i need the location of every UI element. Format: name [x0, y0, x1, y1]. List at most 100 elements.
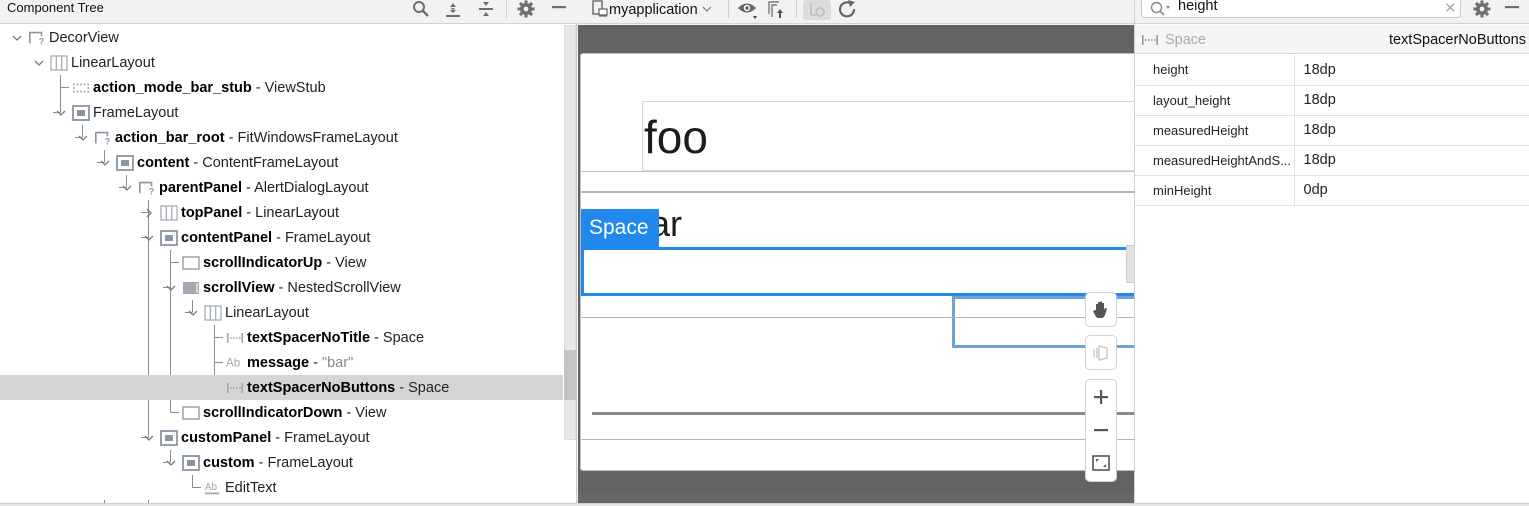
tree-node-label: textSpacerNoButtons - Space [247, 380, 449, 396]
tree-node[interactable]: ? DecorView [0, 25, 563, 50]
edittext-underline [592, 412, 1134, 415]
tree-node-type: LinearLayout [71, 54, 155, 71]
tree-node[interactable]: FrameLayout [0, 100, 563, 125]
chevron-right-icon[interactable] [142, 206, 156, 220]
attribute-search-box[interactable]: ✕ [1141, 0, 1461, 18]
title-view-bounds[interactable] [642, 101, 1134, 171]
tree-node-separator: - [254, 454, 268, 471]
svg-text:?: ? [39, 36, 45, 46]
svg-text:Ab: Ab [226, 356, 241, 369]
tree-node[interactable]: scrollIndicatorDown - View [0, 400, 563, 425]
chevron-down-icon[interactable] [164, 281, 178, 295]
chevron-down-icon[interactable] [142, 431, 156, 445]
gear-icon[interactable] [1471, 0, 1493, 18]
tree-node[interactable]: textSpacerNoTitle - Space [0, 325, 563, 350]
tree-node[interactable]: textSpacerNoButtons - Space [0, 375, 563, 400]
frame-layout-icon [72, 104, 90, 121]
tree-node[interactable]: ? parentPanel - AlertDialogLayout [0, 175, 563, 200]
attribute-name: height [1135, 55, 1295, 86]
clear-search-icon[interactable]: ✕ [1444, 0, 1457, 17]
chevron-down-icon[interactable] [120, 181, 134, 195]
chevron-down-icon[interactable] [54, 106, 68, 120]
tree-node-separator: - [322, 254, 336, 271]
svg-text:?: ? [149, 186, 155, 196]
tree-node-label: contentPanel - FrameLayout [181, 230, 370, 246]
pan-button[interactable] [1085, 292, 1117, 327]
refresh-icon[interactable] [838, 0, 858, 20]
toolbar-separator [728, 0, 729, 18]
search-icon[interactable] [410, 0, 432, 18]
attribute-row[interactable]: layout_height 18dp [1135, 85, 1529, 116]
attribute-value[interactable]: 0dp [1294, 175, 1529, 206]
tree-node[interactable]: contentPanel - FrameLayout [0, 225, 563, 250]
design-canvas[interactable]: foo bar Space [578, 25, 1134, 503]
tree-scrollbar-thumb[interactable] [564, 350, 576, 400]
tree-node[interactable]: scrollView - NestedScrollView [0, 275, 563, 300]
linear-layout-icon [160, 204, 178, 221]
chevron-down-icon[interactable] [32, 56, 46, 70]
frame-layout-icon [116, 154, 134, 171]
tree-node-type: View [335, 254, 367, 271]
attribute-row[interactable]: height 18dp [1135, 55, 1529, 86]
minimize-icon[interactable] [548, 0, 570, 18]
chevron-down-icon[interactable] [186, 306, 200, 320]
tree-node[interactable]: Ab message - "bar" [0, 350, 563, 375]
live-update-icon[interactable] [803, 0, 831, 20]
tree-node[interactable]: scrollIndicatorUp - View [0, 250, 563, 275]
component-tree-panel: Component Tree ? DecorView LinearLayout act… [0, 0, 577, 503]
eye-icon[interactable] [736, 0, 760, 20]
layer-3d-icon[interactable] [1085, 336, 1117, 369]
tree-node-label: action_bar_root - FitWindowsFrameLayout [115, 130, 398, 146]
view-bounds-line [581, 317, 1134, 318]
attribute-value[interactable]: 18dp [1294, 145, 1529, 176]
tree-node[interactable]: action_mode_bar_stub - ViewStub [0, 75, 563, 100]
attribute-value[interactable]: 18dp [1294, 115, 1529, 146]
selected-component-header: Space textSpacerNoButtons [1135, 25, 1529, 54]
tree-node[interactable]: content - ContentFrameLayout [0, 150, 563, 175]
chevron-down-icon[interactable] [98, 156, 112, 170]
chevron-down-icon[interactable] [10, 31, 24, 45]
tree-node-separator: - [272, 229, 285, 246]
pan-hand-icon[interactable] [1085, 293, 1117, 326]
chevron-down-icon[interactable] [76, 131, 90, 145]
search-icon [1150, 1, 1172, 21]
scroll-indicator [1126, 245, 1134, 283]
tree-node[interactable]: topPanel - LinearLayout [0, 200, 563, 225]
tree-node-separator: - [342, 404, 356, 421]
attribute-row[interactable]: measuredHeightAndS... 18dp [1135, 145, 1529, 176]
tree-node[interactable]: LinearLayout [0, 50, 563, 75]
tree-node[interactable]: custom - FrameLayout [0, 450, 563, 475]
minimize-icon[interactable] [1501, 0, 1523, 18]
edittext-icon: Ab [204, 480, 222, 496]
tree-node[interactable]: ? action_bar_root - FitWindowsFrameLayout [0, 125, 563, 150]
tree-node-type: LinearLayout [255, 204, 339, 221]
frame-layout-icon [160, 429, 178, 446]
tree-node[interactable]: Ab EditText [0, 475, 563, 500]
tree-node-id: scrollIndicatorDown [203, 404, 343, 421]
tree-node[interactable]: LinearLayout [0, 300, 563, 325]
tree-node-type: DecorView [49, 29, 119, 46]
component-tree-header: Component Tree [0, 0, 577, 24]
expand-all-icon[interactable] [442, 0, 464, 18]
attribute-search-input[interactable] [1178, 0, 1438, 14]
tree-node-label: EditText [225, 480, 277, 496]
fit-screen-icon[interactable] [1085, 446, 1117, 479]
selected-view-outline[interactable] [581, 247, 1134, 296]
attribute-row[interactable]: minHeight 0dp [1135, 175, 1529, 206]
attribute-value[interactable]: 18dp [1294, 55, 1529, 86]
attribute-row[interactable]: measuredHeight 18dp [1135, 115, 1529, 146]
layer-3d-button[interactable] [1085, 335, 1117, 370]
space-icon [226, 330, 244, 346]
gear-icon[interactable] [515, 0, 537, 18]
zoom-out-icon[interactable] [1085, 413, 1117, 446]
chevron-down-icon[interactable] [164, 456, 178, 470]
zoom-in-icon[interactable] [1085, 380, 1117, 413]
tree-node[interactable]: customPanel - FrameLayout [0, 425, 563, 450]
tree-node-separator: - [242, 179, 255, 196]
chevron-down-icon[interactable] [142, 231, 156, 245]
frame-layout-icon [160, 229, 178, 246]
attribute-value[interactable]: 18dp [1294, 85, 1529, 116]
export-icon[interactable] [766, 0, 786, 20]
device-selector[interactable]: myapplication [591, 0, 712, 20]
collapse-all-icon[interactable] [475, 0, 497, 18]
